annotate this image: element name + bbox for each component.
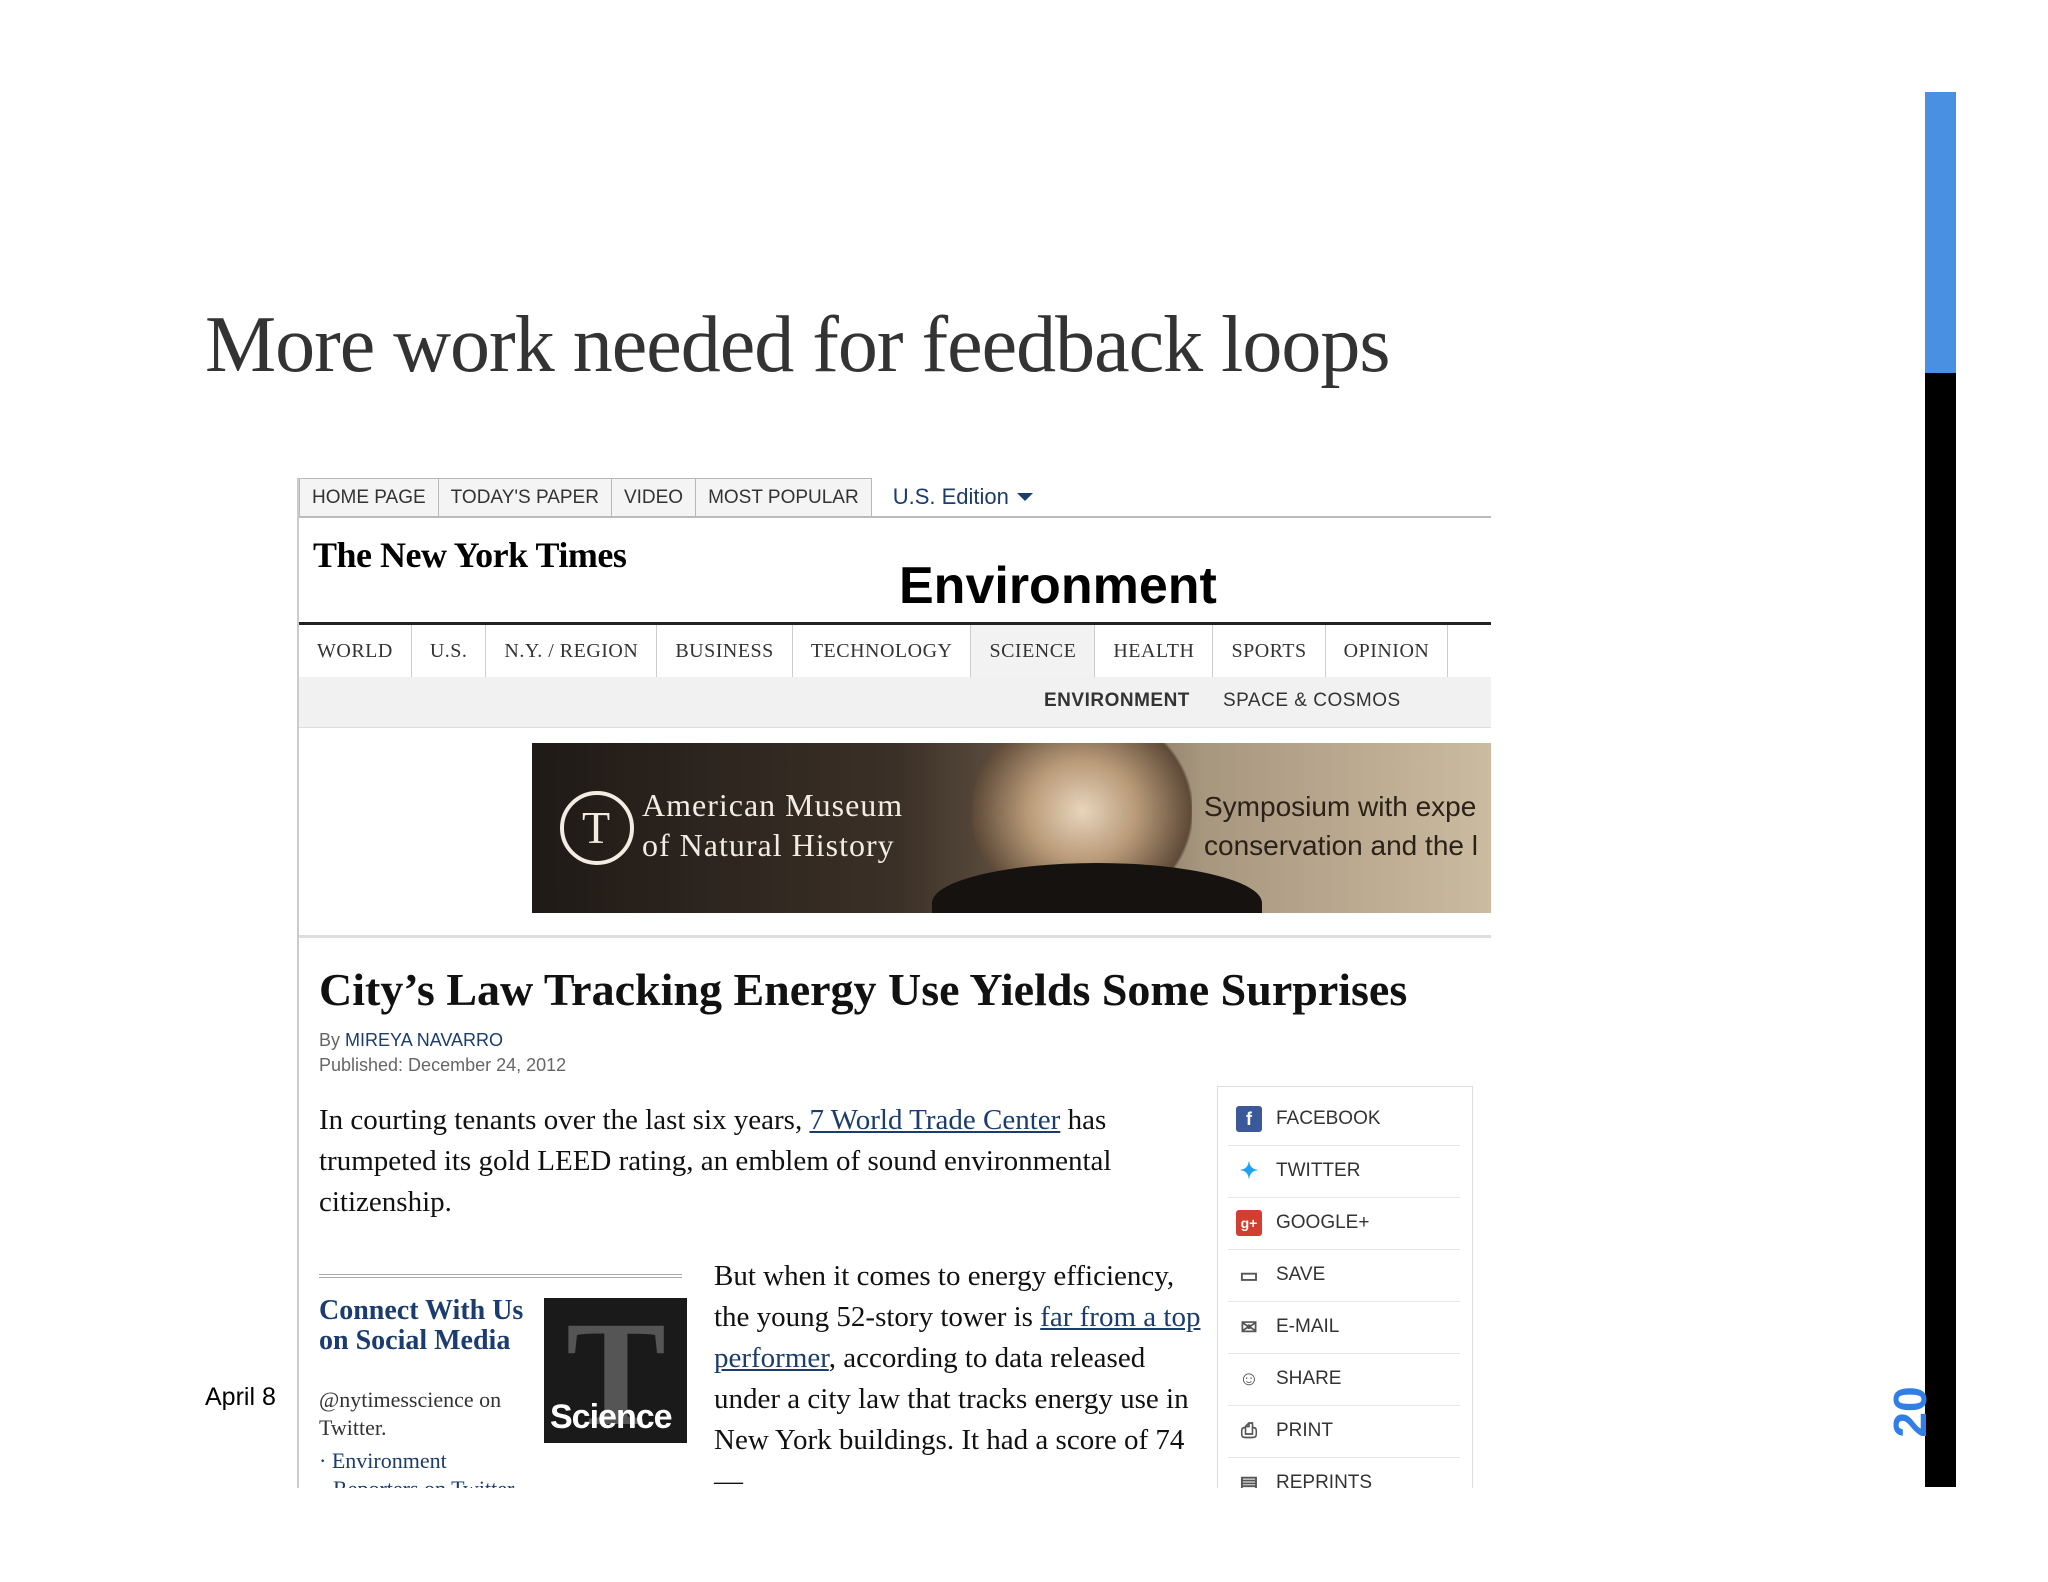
lede-text-before: In courting tenants over the last six ye… <box>319 1104 810 1136</box>
share-icon: ☺ <box>1238 1367 1260 1390</box>
print-icon: ⎙ <box>1241 1419 1257 1442</box>
share-twitter[interactable]: ✦ TWITTER <box>1228 1145 1460 1198</box>
reprints-icon: ▤ <box>1239 1472 1259 1489</box>
section-nav-science[interactable]: SCIENCE <box>971 625 1096 677</box>
sub-nav: ENVIRONMENT SPACE & COSMOS <box>299 677 1491 728</box>
share-save[interactable]: ▭ SAVE <box>1228 1249 1460 1302</box>
amnh-logo-icon: T <box>560 791 634 865</box>
ad-divider <box>299 935 1491 938</box>
slide-number: 20 <box>1884 1386 1936 1438</box>
save-icon: ▭ <box>1239 1264 1259 1287</box>
section-nav-health[interactable]: HEALTH <box>1095 625 1214 677</box>
share-email-label: E-MAIL <box>1276 1316 1340 1337</box>
connect-link-environment[interactable]: · Environment <box>319 1448 447 1474</box>
section-nav-us[interactable]: U.S. <box>412 625 487 677</box>
science-badge-image[interactable]: T Science <box>544 1298 687 1443</box>
side-black-bar <box>1925 373 1956 1487</box>
share-facebook[interactable]: f FACEBOOK <box>1228 1093 1460 1146</box>
share-share[interactable]: ☺ SHARE <box>1228 1353 1460 1406</box>
nyt-screenshot: HOME PAGE TODAY'S PAPER VIDEO MOST POPUL… <box>297 478 1491 1488</box>
top-nav: HOME PAGE TODAY'S PAPER VIDEO MOST POPUL… <box>299 478 1033 516</box>
footer-date: April 8 <box>205 1383 276 1411</box>
ad-text-line2: conservation and the l <box>1204 830 1478 861</box>
section-nav-ny-region[interactable]: N.Y. / REGION <box>486 625 658 677</box>
connect-social-box: Connect With Us on Social Media @nytimes… <box>319 1274 687 1488</box>
slide-title: More work needed for feedback loops <box>205 301 1391 389</box>
share-google-plus[interactable]: g+ GOOGLE+ <box>1228 1197 1460 1250</box>
connect-link-reporters[interactable]: Reporters on Twitter <box>333 1476 514 1488</box>
share-reprints[interactable]: ▤ REPRINTS <box>1228 1457 1460 1488</box>
twitter-icon: ✦ <box>1239 1158 1259 1183</box>
top-nav-most-popular[interactable]: MOST POPULAR <box>695 478 872 516</box>
published-date: Published: December 24, 2012 <box>319 1055 567 1075</box>
share-facebook-label: FACEBOOK <box>1276 1108 1381 1129</box>
sub-nav-environment[interactable]: ENVIRONMENT <box>1044 690 1190 712</box>
sub-nav-space-cosmos[interactable]: SPACE & COSMOS <box>1223 690 1401 712</box>
amnh-ad-banner[interactable]: T American Museum of Natural History Sym… <box>532 743 1491 913</box>
share-print-label: PRINT <box>1276 1420 1333 1441</box>
share-share-label: SHARE <box>1276 1368 1342 1389</box>
side-accent-bar <box>1925 92 1956 373</box>
chevron-down-icon <box>1016 493 1033 501</box>
section-nav-world[interactable]: WORLD <box>299 625 412 677</box>
share-email[interactable]: ✉ E-MAIL <box>1228 1301 1460 1354</box>
nyt-logo[interactable]: The New York Times <box>313 534 627 576</box>
email-icon: ✉ <box>1240 1316 1258 1339</box>
share-print[interactable]: ⎙ PRINT <box>1228 1405 1460 1458</box>
connect-title[interactable]: Connect With Us on Social Media <box>319 1296 529 1356</box>
google-plus-icon: g+ <box>1236 1210 1262 1236</box>
article-lede: In courting tenants over the last six ye… <box>319 1100 1169 1223</box>
share-tools: f FACEBOOK ✦ TWITTER g+ GOOGLE+ ▭ SAVE ✉… <box>1217 1086 1473 1488</box>
ad-text-line1: Symposium with expe <box>1204 791 1477 822</box>
section-nav-technology[interactable]: TECHNOLOGY <box>793 625 972 677</box>
connect-handle: @nytimesscience on Twitter. <box>319 1387 502 1440</box>
connect-link-environment-label: Environment <box>331 1448 447 1473</box>
section-nav: WORLD U.S. N.Y. / REGION BUSINESS TECHNO… <box>299 625 1449 677</box>
facebook-icon: f <box>1236 1106 1262 1132</box>
edition-dropdown[interactable]: U.S. Edition <box>871 478 1033 516</box>
share-google-plus-label: GOOGLE+ <box>1276 1212 1370 1233</box>
section-nav-sports[interactable]: SPORTS <box>1213 625 1326 677</box>
share-save-label: SAVE <box>1276 1264 1326 1285</box>
article-byline: By MIREYA NAVARRO <box>319 1030 503 1051</box>
ad-org-line1: American Museum <box>642 787 904 823</box>
top-nav-video[interactable]: VIDEO <box>610 478 697 516</box>
section-nav-opinion[interactable]: OPINION <box>1326 625 1449 677</box>
edition-label: U.S. Edition <box>892 484 1009 509</box>
byline-label: By <box>319 1030 341 1050</box>
share-twitter-label: TWITTER <box>1276 1160 1361 1181</box>
author-link[interactable]: MIREYA NAVARRO <box>345 1030 503 1050</box>
top-nav-todays-paper[interactable]: TODAY'S PAPER <box>437 478 612 516</box>
top-divider <box>299 516 1491 518</box>
lede-link[interactable]: 7 World Trade Center <box>809 1104 1060 1136</box>
section-title: Environment <box>899 557 1217 615</box>
section-nav-business[interactable]: BUSINESS <box>657 625 793 677</box>
share-reprints-label: REPRINTS <box>1276 1472 1373 1488</box>
science-badge-label: Science <box>550 1398 673 1436</box>
article-body: But when it comes to energy efficiency, … <box>714 1256 1214 1488</box>
article-headline: City’s Law Tracking Energy Use Yields So… <box>319 964 1408 1015</box>
top-nav-home[interactable]: HOME PAGE <box>299 478 439 516</box>
ad-org-line2: of Natural History <box>642 827 895 863</box>
